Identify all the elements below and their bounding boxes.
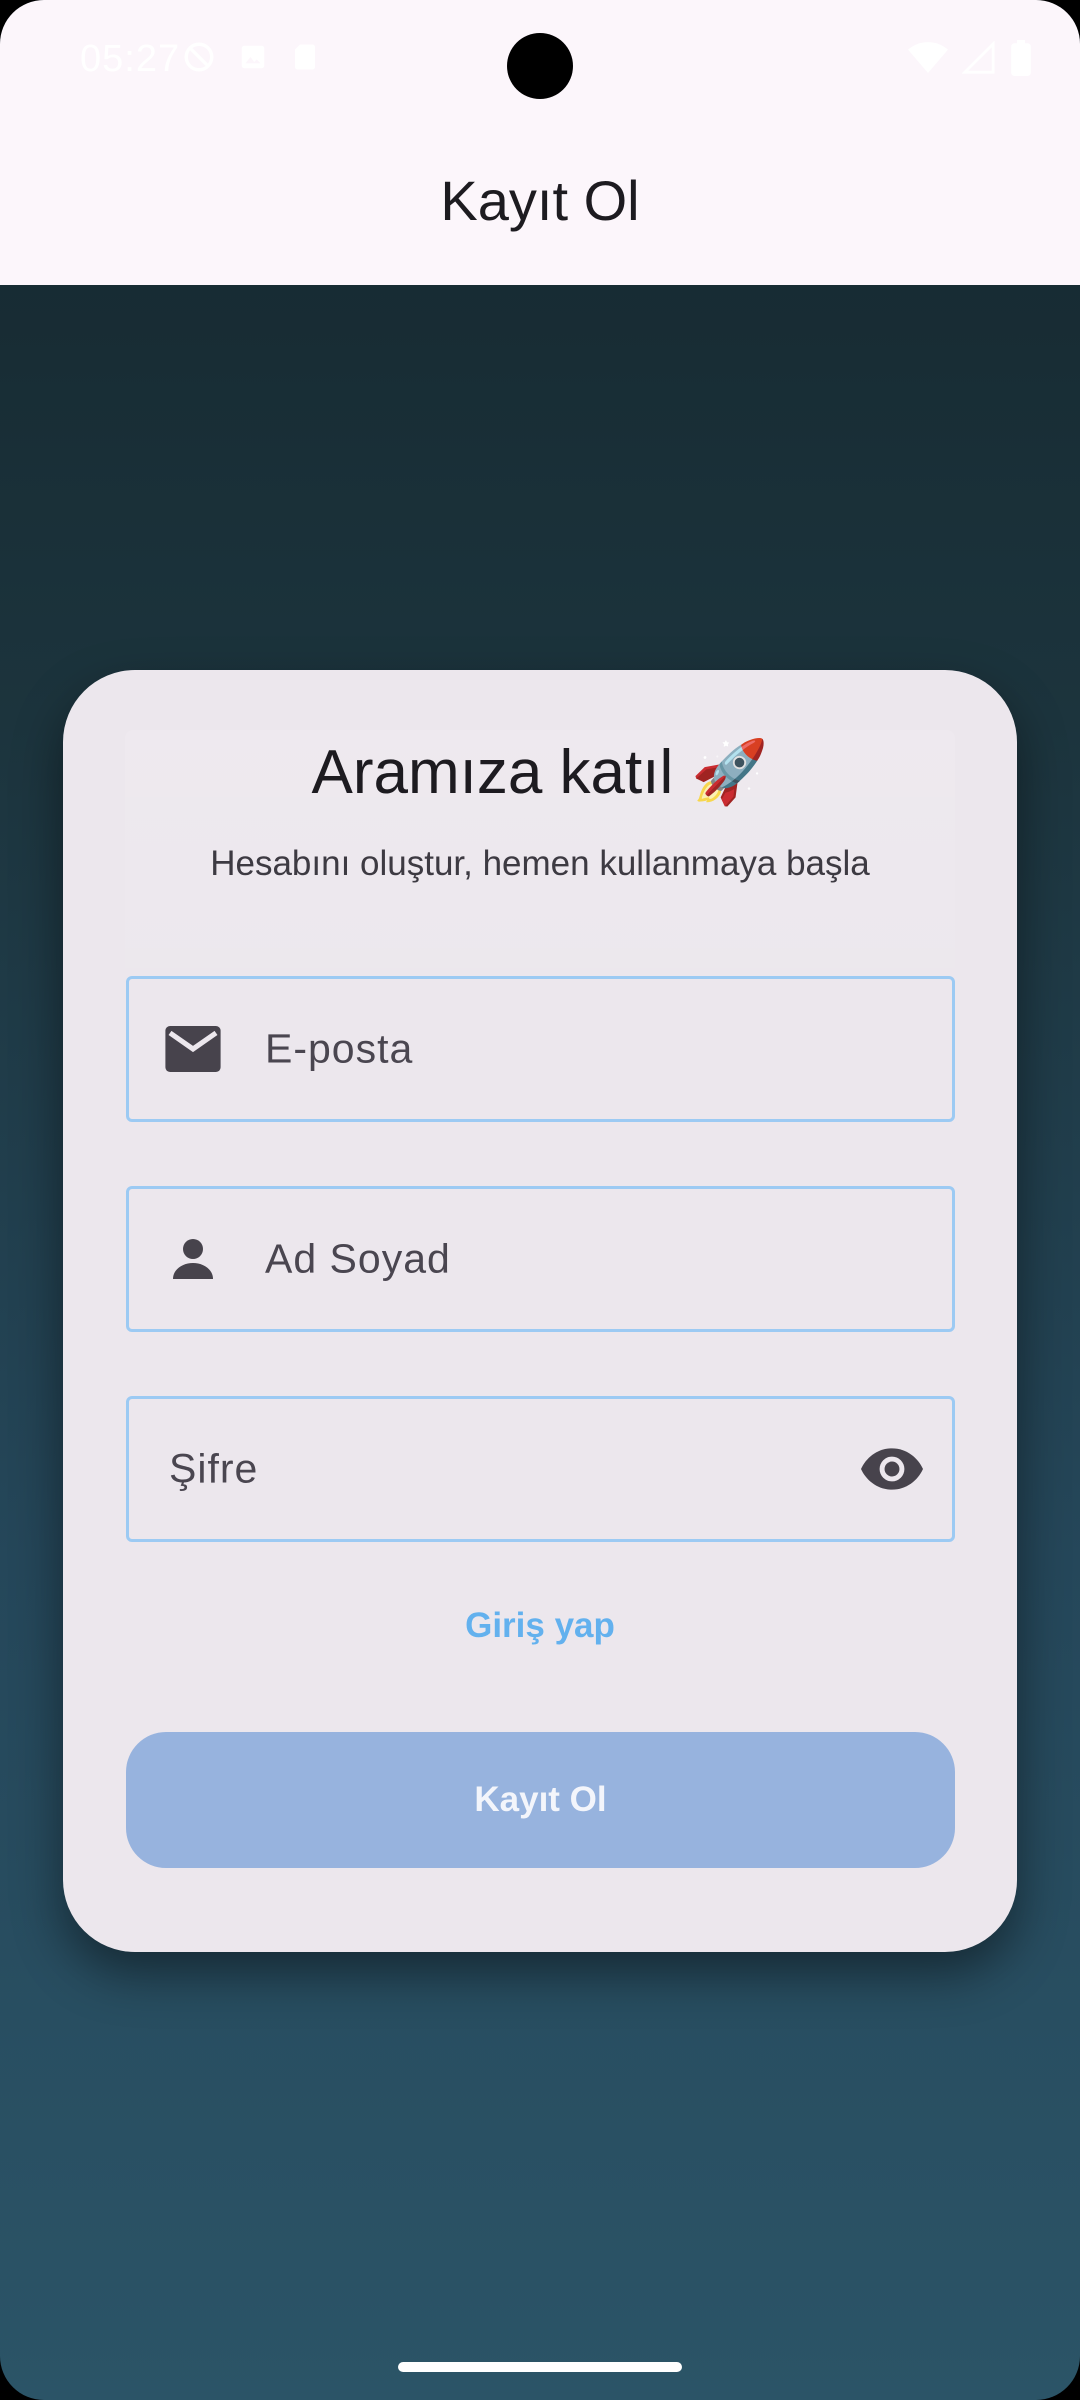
rocket-icon: 🚀 xyxy=(691,738,769,807)
app-bar: 05:27 Kayıt Ol xyxy=(0,0,1080,285)
login-link[interactable]: Giriş yap xyxy=(63,1606,1017,1646)
signup-screen: 05:27 Kayıt Ol Aramıza katıl 🚀 Hesabını … xyxy=(0,0,1080,2400)
home-indicator[interactable] xyxy=(398,2362,682,2372)
email-field[interactable]: E-posta xyxy=(126,976,955,1122)
eye-icon[interactable] xyxy=(860,1437,924,1501)
password-placeholder: Şifre xyxy=(169,1445,259,1492)
email-placeholder: E-posta xyxy=(265,1025,414,1072)
card-heading: Aramıza katıl 🚀 xyxy=(63,736,1017,809)
status-time: 05:27 xyxy=(80,38,181,80)
name-field[interactable]: Ad Soyad xyxy=(126,1186,955,1332)
signup-card: Aramıza katıl 🚀 Hesabını oluştur, hemen … xyxy=(63,670,1017,1952)
signup-button[interactable]: Kayıt Ol xyxy=(126,1732,955,1868)
image-icon xyxy=(238,42,268,77)
app-bar-title: Kayıt Ol xyxy=(440,169,640,232)
do-not-disturb-icon xyxy=(182,40,216,79)
status-icons-right xyxy=(908,40,1032,81)
signal-icon xyxy=(961,40,996,80)
name-placeholder: Ad Soyad xyxy=(265,1235,451,1282)
person-icon xyxy=(165,1231,221,1287)
sd-card-icon xyxy=(290,40,320,79)
status-icons-left xyxy=(182,40,320,79)
camera-cutout xyxy=(507,33,573,99)
mail-icon xyxy=(165,1021,221,1077)
password-field[interactable]: Şifre xyxy=(126,1396,955,1542)
card-subheading: Hesabını oluştur, hemen kullanmaya başla xyxy=(210,844,870,883)
heading-text: Aramıza katıl xyxy=(311,738,674,807)
wifi-icon xyxy=(908,41,948,80)
battery-icon xyxy=(1010,40,1032,81)
